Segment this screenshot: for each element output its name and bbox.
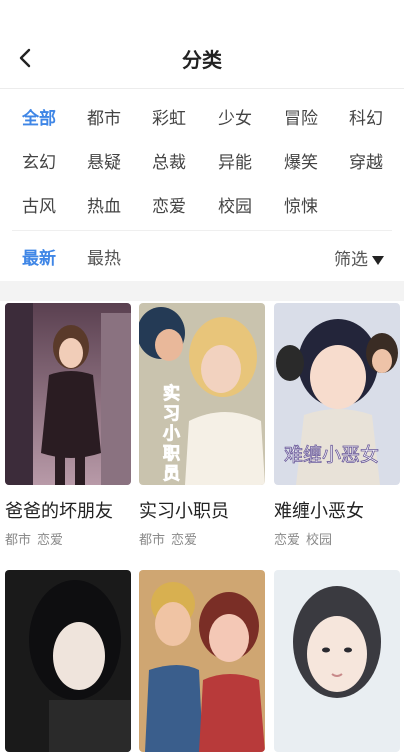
category-fantasy[interactable]: 玄幻 xyxy=(22,148,56,173)
category-girl[interactable]: 少女 xyxy=(218,104,252,129)
comic-cover[interactable] xyxy=(139,570,265,752)
comic-card[interactable]: 难缠小恶女 难缠小恶女 恋爱 校园 xyxy=(274,303,400,548)
comic-title: 难缠小恶女 xyxy=(274,501,364,522)
cover-title-char: 小 xyxy=(163,424,180,444)
header-divider xyxy=(0,88,404,89)
comic-cover[interactable] xyxy=(5,570,131,752)
category-all[interactable]: 全部 xyxy=(22,104,56,129)
filter-label: 筛选 xyxy=(334,250,368,270)
sort-newest[interactable]: 最新 xyxy=(22,244,56,269)
category-action[interactable]: 热血 xyxy=(87,192,121,217)
comic-tag: 校园 xyxy=(306,533,333,548)
cover-title-char: 员 xyxy=(163,464,180,484)
sort-hottest[interactable]: 最热 xyxy=(87,244,121,269)
comic-card[interactable]: 实 习 小 职 员 实习小职员 都市 恋爱 xyxy=(139,303,265,548)
category-adventure[interactable]: 冒险 xyxy=(284,104,318,129)
cover-title-text: 难缠小恶女 xyxy=(284,444,379,466)
category-horror[interactable]: 惊悚 xyxy=(284,192,318,217)
category-comedy[interactable]: 爆笑 xyxy=(284,148,318,173)
comic-tag: 都市 xyxy=(5,533,32,548)
caret-down-icon xyxy=(372,255,384,265)
category-campus[interactable]: 校园 xyxy=(218,192,252,217)
comic-tag: 恋爱 xyxy=(37,533,64,548)
comic-tags: 都市 恋爱 xyxy=(5,529,131,548)
sort-divider xyxy=(12,230,392,231)
cover-title-char: 实 xyxy=(163,383,180,404)
comic-card[interactable] xyxy=(139,570,265,752)
comic-title: 实习小职员 xyxy=(139,501,229,522)
category-romance[interactable]: 恋爱 xyxy=(152,192,186,217)
cover-title-char: 职 xyxy=(163,444,180,464)
category-mystery[interactable]: 悬疑 xyxy=(87,148,121,173)
comic-cover[interactable]: 难缠小恶女 xyxy=(274,303,400,485)
comic-card[interactable]: 爸爸的坏朋友 都市 恋爱 xyxy=(5,303,131,548)
comic-card[interactable] xyxy=(5,570,131,752)
comic-cover[interactable] xyxy=(274,570,400,752)
comic-tags: 都市 恋爱 xyxy=(139,529,265,548)
cover-title-char: 习 xyxy=(163,404,180,424)
category-ancient[interactable]: 古风 xyxy=(22,192,56,217)
comic-tag: 恋爱 xyxy=(171,533,198,548)
comic-cover[interactable] xyxy=(5,303,131,485)
comic-title: 爸爸的坏朋友 xyxy=(5,501,113,522)
comic-card[interactable] xyxy=(274,570,400,752)
comic-cover[interactable]: 实 习 小 职 员 xyxy=(139,303,265,485)
category-time-travel[interactable]: 穿越 xyxy=(349,148,383,173)
comic-tag: 恋爱 xyxy=(274,533,301,548)
comic-tag: 都市 xyxy=(139,533,166,548)
header: 分类 xyxy=(0,0,404,90)
section-separator xyxy=(0,281,404,301)
filter-button[interactable]: 筛选 xyxy=(334,245,384,270)
comic-tags: 恋爱 校园 xyxy=(274,529,400,548)
category-scifi[interactable]: 科幻 xyxy=(349,104,383,129)
page-title: 分类 xyxy=(182,48,222,72)
category-ceo[interactable]: 总裁 xyxy=(152,148,186,173)
category-superpower[interactable]: 异能 xyxy=(218,148,252,173)
category-rainbow[interactable]: 彩虹 xyxy=(152,104,186,129)
category-urban[interactable]: 都市 xyxy=(87,104,121,129)
